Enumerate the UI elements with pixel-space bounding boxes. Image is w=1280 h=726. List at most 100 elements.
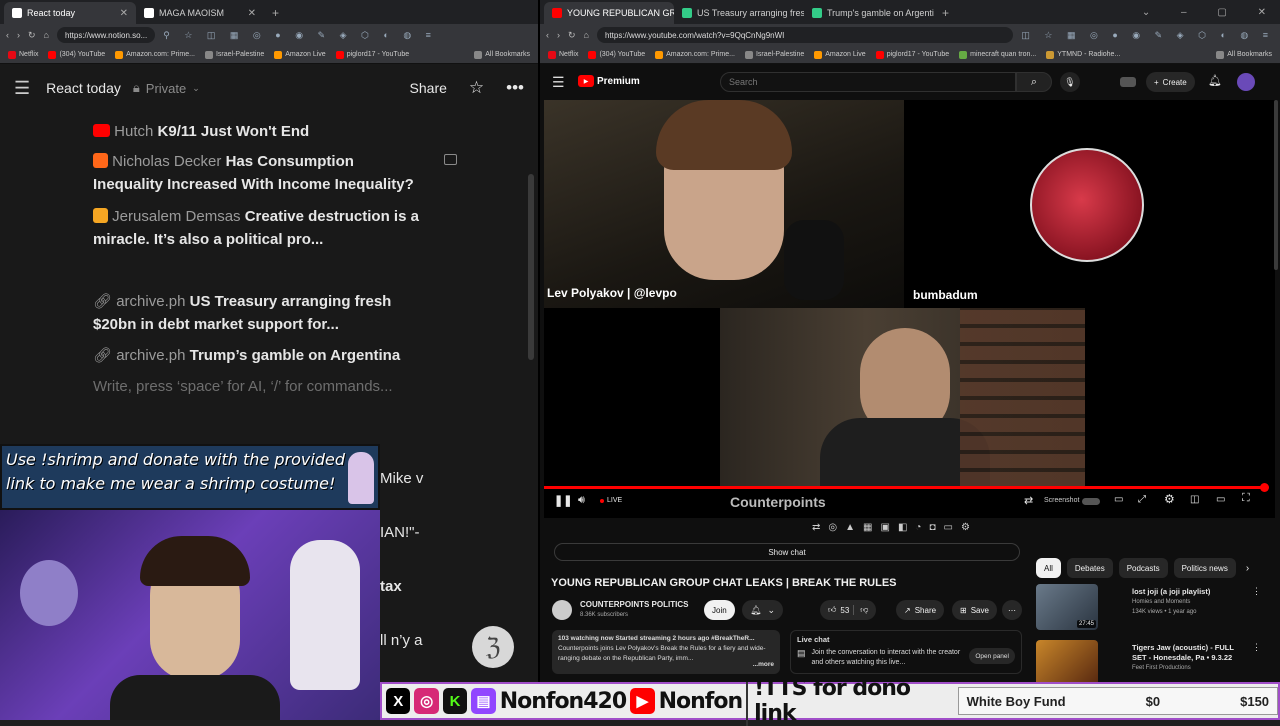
window-controls[interactable]: ⌄ – ▢ ✕ <box>1142 7 1280 18</box>
open-panel-button[interactable]: Open panel <box>969 648 1015 664</box>
tab-react-today[interactable]: React today ✕ <box>4 2 136 24</box>
reload-icon[interactable]: ↻ <box>568 30 576 41</box>
camera-icon[interactable]: ◘ <box>929 522 935 533</box>
bookmark-amazon-live[interactable]: Amazon Live <box>814 50 866 59</box>
recommendation-channel[interactable]: Feet First Productions <box>1132 665 1191 671</box>
list-item[interactable]: Nicholas Decker Has Consumption Inequali… <box>93 150 414 196</box>
bookmark-youtube[interactable]: (304) YouTube <box>48 50 105 59</box>
screenshot-toggle[interactable] <box>1082 498 1100 505</box>
recommendation-title[interactable]: Tigers Jaw (acoustic) - FULL SET - Hones… <box>1132 643 1250 663</box>
frame-icon[interactable]: ▣ <box>880 522 889 533</box>
recommendation-channel[interactable]: Homies and Moments <box>1132 599 1190 605</box>
reload-icon[interactable]: ↻ <box>28 30 36 41</box>
more-link[interactable]: ...more <box>752 660 774 670</box>
pip-icon[interactable]: ◫ <box>1190 494 1199 505</box>
volume-icon[interactable]: 🔊︎ <box>578 494 585 507</box>
video-player[interactable]: Lev Polyakov | @levpo bumbadum ❚❚ 🔊︎ LIV… <box>544 100 1275 518</box>
all-bookmarks[interactable]: All Bookmarks <box>1216 50 1272 59</box>
join-button[interactable]: Join <box>704 600 735 620</box>
new-tab-icon[interactable]: + <box>942 6 949 20</box>
bookmark-amazon[interactable]: Amazon.com: Prime... <box>115 50 195 59</box>
filter-icon[interactable]: ◧ <box>898 522 907 533</box>
kebab-menu-icon[interactable]: ⋮ <box>1252 586 1261 597</box>
menu-icon[interactable]: ☰ <box>14 78 30 99</box>
subtitles-icon[interactable]: ▭ <box>1114 494 1123 505</box>
all-bookmarks[interactable]: All Bookmarks <box>474 50 530 59</box>
bookmark-ytmnd[interactable]: YTMND - Radiohe... <box>1046 50 1120 59</box>
bell-icon[interactable]: 🔔︎ <box>1208 74 1222 87</box>
speedometer-icon[interactable]: ◔ <box>915 522 921 533</box>
youtube-logo[interactable]: ▶ Premium <box>578 75 640 87</box>
back-icon[interactable]: ‹ <box>6 30 9 40</box>
chip-debates[interactable]: Debates <box>1066 558 1113 578</box>
scrubber-handle[interactable] <box>1260 483 1269 492</box>
url-field[interactable]: https://www.youtube.com/watch?v=9QqCnNg9… <box>596 27 1014 43</box>
theater-icon[interactable]: ▭ <box>1216 494 1225 505</box>
tab-trump-argentina[interactable]: Trump's gamble on Argentina ✕ <box>804 2 934 24</box>
show-chat-button[interactable]: Show chat <box>554 543 1020 561</box>
home-icon[interactable]: ⌂ <box>584 30 589 40</box>
bookmark-netflix[interactable]: Netflix <box>548 50 578 59</box>
screen-icon[interactable]: ▭ <box>943 522 952 533</box>
chip-podcasts[interactable]: Podcasts <box>1118 558 1168 578</box>
bookmark-israel-palestine[interactable]: Israel-Palestine <box>744 50 804 59</box>
chip-all[interactable]: All <box>1036 558 1061 578</box>
tab-us-treasury[interactable]: US Treasury arranging fresh $2... ✕ <box>674 2 804 24</box>
tab-young-republican[interactable]: YOUNG REPUBLICAN GRO... ✕ <box>544 2 674 24</box>
url-field[interactable]: https://www.notion.so... <box>56 27 156 43</box>
clip-icon[interactable]: ▦ <box>863 522 872 533</box>
more-icon[interactable]: ••• <box>506 78 524 98</box>
bookmark-minecraft[interactable]: minecraft quan tron... <box>959 50 1036 59</box>
thumbs-down-icon[interactable]: 👎︎ <box>853 605 868 615</box>
bookmark-netflix[interactable]: Netflix <box>8 50 38 59</box>
channel-name[interactable]: COUNTERPOINTS POLITICS <box>580 600 688 609</box>
bookmark-amazon[interactable]: Amazon.com: Prime... <box>655 50 735 59</box>
share-button[interactable]: ↗ Share <box>896 600 945 620</box>
bookmark-israel-palestine[interactable]: Israel-Palestine <box>204 50 264 59</box>
chip-politics-news[interactable]: Politics news <box>1173 558 1236 578</box>
gear-icon[interactable]: ⚙ <box>961 522 970 533</box>
fullscreen-icon[interactable]: ⛶ <box>1242 492 1250 505</box>
star-icon[interactable]: ☆ <box>469 78 484 98</box>
forward-icon[interactable]: › <box>17 30 20 40</box>
settings-icon[interactable]: ⚙ <box>1164 492 1175 506</box>
subscribe-bell-button[interactable]: 🔔︎ ⌄ <box>742 600 783 620</box>
comment-icon[interactable] <box>444 154 457 165</box>
speed-icon[interactable]: ▲ <box>845 522 855 533</box>
search-button[interactable]: ⌕ <box>1016 72 1052 92</box>
list-item[interactable]: Hutch K9/11 Just Won't End <box>93 120 309 143</box>
menu-icon[interactable]: ☰ <box>552 74 565 91</box>
list-item[interactable]: Jerusalem Demsas Creative destruction is… <box>93 205 419 251</box>
cast-icon[interactable] <box>1120 77 1136 87</box>
bookmark-piglord[interactable]: piglord17 - YouTube <box>335 50 409 59</box>
kebab-menu-icon[interactable]: ⋮ <box>1252 642 1261 653</box>
progress-bar[interactable] <box>544 486 1264 489</box>
page-title[interactable]: React today <box>46 80 121 96</box>
extension-icons[interactable]: ◫ ☆ ▦ ◎ ● ◉ ✎ ◈ ⬡ ◐ ◍ ≡ <box>1021 30 1274 41</box>
recommendation-thumbnail[interactable] <box>1036 640 1098 682</box>
save-button[interactable]: ⊞ Save <box>952 600 997 620</box>
extension-icons[interactable]: ⚲ ☆ ◫ ▦ ◎ ● ◉ ✎ ◈ ⬡ ◐ ◍ ≡ <box>163 30 437 41</box>
audio-icon[interactable]: ◎ <box>828 522 837 533</box>
loop-icon[interactable]: ⇄ <box>1024 494 1033 507</box>
bookmark-youtube[interactable]: (304) YouTube <box>588 50 645 59</box>
chevron-right-icon[interactable]: › <box>1246 558 1249 578</box>
loop-icon[interactable]: ⇄ <box>812 522 820 533</box>
list-item[interactable]: 🔗︎ archive.ph Trump’s gamble on Argentin… <box>93 344 400 367</box>
more-actions-button[interactable]: ⋯ <box>1002 600 1022 620</box>
create-button[interactable]: + Create <box>1146 72 1195 92</box>
forward-icon[interactable]: › <box>557 30 560 40</box>
live-indicator[interactable]: LIVE <box>600 497 622 504</box>
page-scrollbar[interactable] <box>1274 100 1278 270</box>
channel-avatar[interactable] <box>552 600 572 620</box>
back-icon[interactable]: ‹ <box>546 30 549 40</box>
miniplayer-icon[interactable]: ⤢ <box>1138 494 1146 505</box>
description-box[interactable]: 103 watching now Started streaming 2 hou… <box>552 630 780 674</box>
avatar[interactable] <box>1237 73 1255 91</box>
search-input[interactable]: Search <box>720 72 1016 92</box>
like-button[interactable]: 👍︎ 53 👎︎ <box>820 600 877 620</box>
recommendation-title[interactable]: lost joji (a joji playlist) <box>1132 587 1250 597</box>
pause-icon[interactable]: ❚❚ <box>554 494 572 507</box>
new-tab-icon[interactable]: + <box>272 6 279 20</box>
scrollbar[interactable] <box>528 174 534 360</box>
